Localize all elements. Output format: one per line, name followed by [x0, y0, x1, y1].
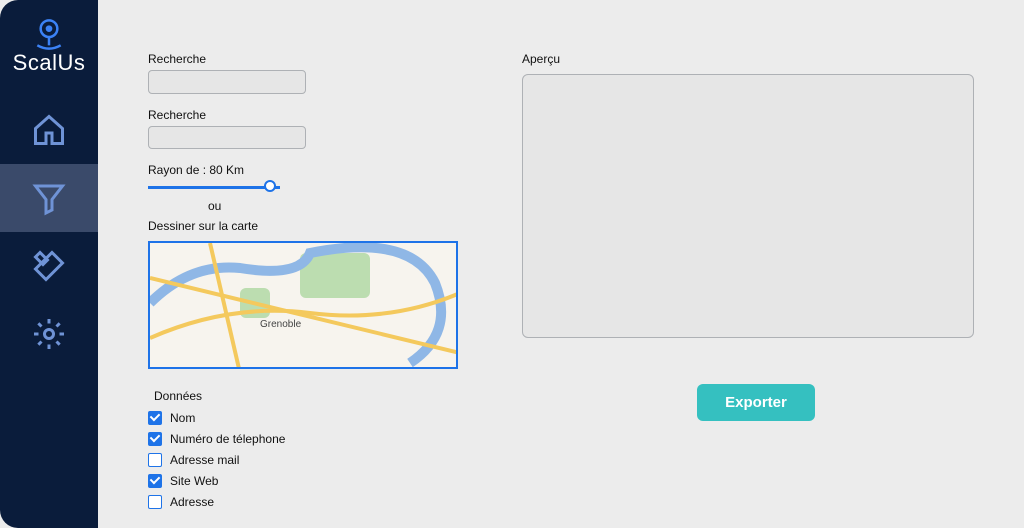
search2-label: Recherche — [148, 108, 458, 122]
data-fields-title: Données — [154, 389, 458, 403]
sidebar-item-filter[interactable] — [0, 164, 98, 232]
checkbox-siteweb-label: Site Web — [170, 474, 218, 488]
brand-logo-icon — [29, 12, 69, 52]
checkbox-email[interactable] — [148, 453, 162, 467]
checkbox-nom-label: Nom — [170, 411, 195, 425]
checkbox-siteweb[interactable] — [148, 474, 162, 488]
radius-slider[interactable] — [148, 181, 280, 195]
map-city-label: Grenoble — [260, 319, 301, 330]
data-option-telephone: Numéro de télephone — [148, 432, 458, 446]
checkbox-nom[interactable] — [148, 411, 162, 425]
preview-panel: Aperçu Exporter — [522, 28, 990, 516]
main-content: Recherche Recherche Rayon de : 80 Km ou … — [98, 0, 1024, 528]
slider-track — [148, 186, 280, 189]
search2-input[interactable] — [148, 126, 306, 150]
filters-panel: Recherche Recherche Rayon de : 80 Km ou … — [148, 28, 458, 516]
data-option-email: Adresse mail — [148, 453, 458, 467]
search1-label: Recherche — [148, 52, 458, 66]
data-option-siteweb: Site Web — [148, 474, 458, 488]
data-fields-section: Données Nom Numéro de télephone Adresse … — [148, 389, 458, 516]
brand-name: ScalUs — [13, 50, 86, 76]
home-icon — [31, 112, 67, 148]
checkbox-adresse[interactable] — [148, 495, 162, 509]
brand-logo: ScalUs — [13, 12, 86, 76]
tools-icon — [31, 248, 67, 284]
map-canvas[interactable]: Grenoble — [148, 241, 458, 369]
slider-thumb[interactable] — [264, 180, 276, 192]
draw-on-map-label: Dessiner sur la carte — [148, 219, 458, 233]
sidebar-item-settings[interactable] — [0, 300, 98, 368]
preview-label: Aperçu — [522, 52, 990, 66]
checkbox-telephone[interactable] — [148, 432, 162, 446]
sidebar-item-tools[interactable] — [0, 232, 98, 300]
sidebar: ScalUs — [0, 0, 98, 528]
funnel-icon — [31, 180, 67, 216]
checkbox-adresse-label: Adresse — [170, 495, 214, 509]
checkbox-email-label: Adresse mail — [170, 453, 239, 467]
export-button[interactable]: Exporter — [697, 384, 815, 421]
search1-input[interactable] — [148, 70, 306, 94]
preview-box — [522, 74, 974, 338]
data-option-nom: Nom — [148, 411, 458, 425]
or-label: ou — [208, 199, 458, 213]
radius-label: Rayon de : 80 Km — [148, 163, 458, 177]
data-option-adresse: Adresse — [148, 495, 458, 509]
sidebar-item-home[interactable] — [0, 96, 98, 164]
map-roads — [150, 243, 458, 369]
checkbox-telephone-label: Numéro de télephone — [170, 432, 285, 446]
gear-icon — [31, 316, 67, 352]
